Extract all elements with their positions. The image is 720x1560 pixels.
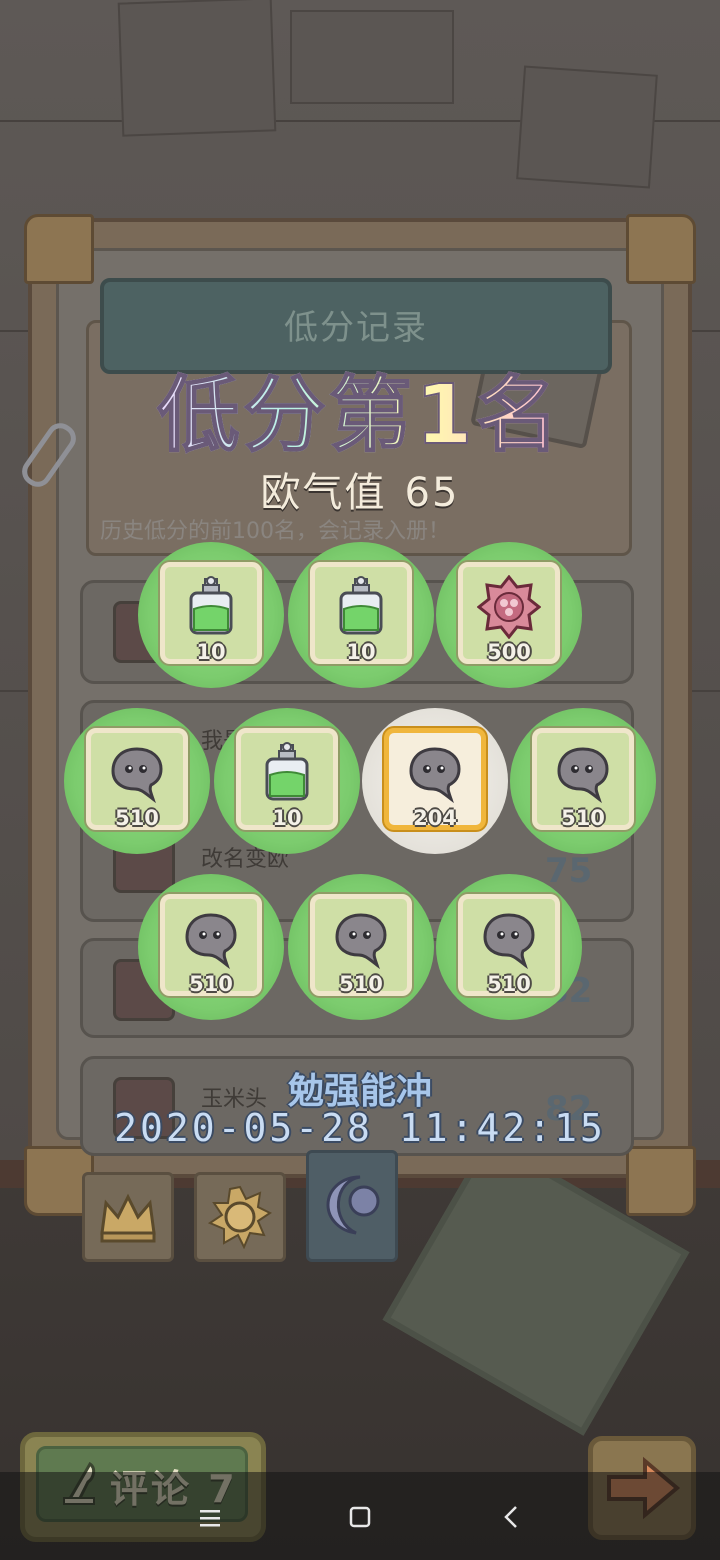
green-potion-icon (255, 741, 319, 805)
tab-crown[interactable] (82, 1172, 174, 1262)
board-corner (626, 1146, 696, 1216)
reward-quantity: 510 (487, 972, 531, 996)
board-corner (626, 214, 696, 284)
reward-quantity: 510 (189, 972, 233, 996)
reward-item[interactable]: 10 (138, 542, 284, 688)
reward-item[interactable]: 510 (436, 874, 582, 1020)
reward-timestamp: 2020-05-28 11:42:15 (114, 1106, 606, 1150)
moon-icon (326, 1175, 380, 1235)
crown-icon (100, 1193, 156, 1243)
ghost-bubble-icon (329, 907, 393, 971)
reward-quantity: 510 (115, 806, 159, 830)
reward-item[interactable]: 510 (138, 874, 284, 1020)
green-potion-icon (329, 575, 393, 639)
luck-number: 65 (404, 470, 460, 516)
luck-value: 欧气值 65 (0, 460, 720, 518)
luck-label: 欧气值 (260, 470, 387, 516)
ghost-bubble-icon (477, 907, 541, 971)
reward-item[interactable]: 510 (64, 708, 210, 854)
wall-paper (290, 10, 454, 104)
reward-item[interactable]: 10 (288, 542, 434, 688)
page-title: 低分记录 (284, 308, 428, 348)
reward-quantity: 204 (413, 806, 457, 830)
ghost-bubble-icon (105, 741, 169, 805)
reward-quantity: 510 (339, 972, 383, 996)
reward-item[interactable]: 510 (288, 874, 434, 1020)
green-potion-icon (179, 575, 243, 639)
reward-quantity: 500 (487, 640, 531, 664)
reward-quantity: 510 (561, 806, 605, 830)
tab-moon[interactable] (306, 1150, 398, 1262)
reward-quantity: 10 (272, 806, 302, 830)
wall-paper (516, 65, 658, 189)
ghost-bubble-icon (403, 741, 467, 805)
menu-icon[interactable] (190, 1500, 230, 1536)
sun-icon (208, 1185, 272, 1249)
ghost-bubble-icon (179, 907, 243, 971)
tab-sun[interactable] (194, 1172, 286, 1262)
ghost-bubble-icon (551, 741, 615, 805)
reward-item[interactable]: 204 (362, 708, 508, 854)
reward-quantity: 10 (346, 640, 376, 664)
wall-paper (117, 0, 277, 137)
reward-item[interactable]: 10 (214, 708, 360, 854)
home-icon[interactable] (340, 1500, 380, 1536)
red-gem-icon (476, 574, 542, 640)
reward-item[interactable]: 510 (510, 708, 656, 854)
rank-title: 低分第1名 (0, 348, 720, 467)
back-icon[interactable] (492, 1500, 532, 1536)
player-score: 75 (545, 851, 593, 891)
reward-quantity: 10 (196, 640, 226, 664)
reward-item[interactable]: 500 (436, 542, 582, 688)
board-corner (24, 214, 94, 284)
